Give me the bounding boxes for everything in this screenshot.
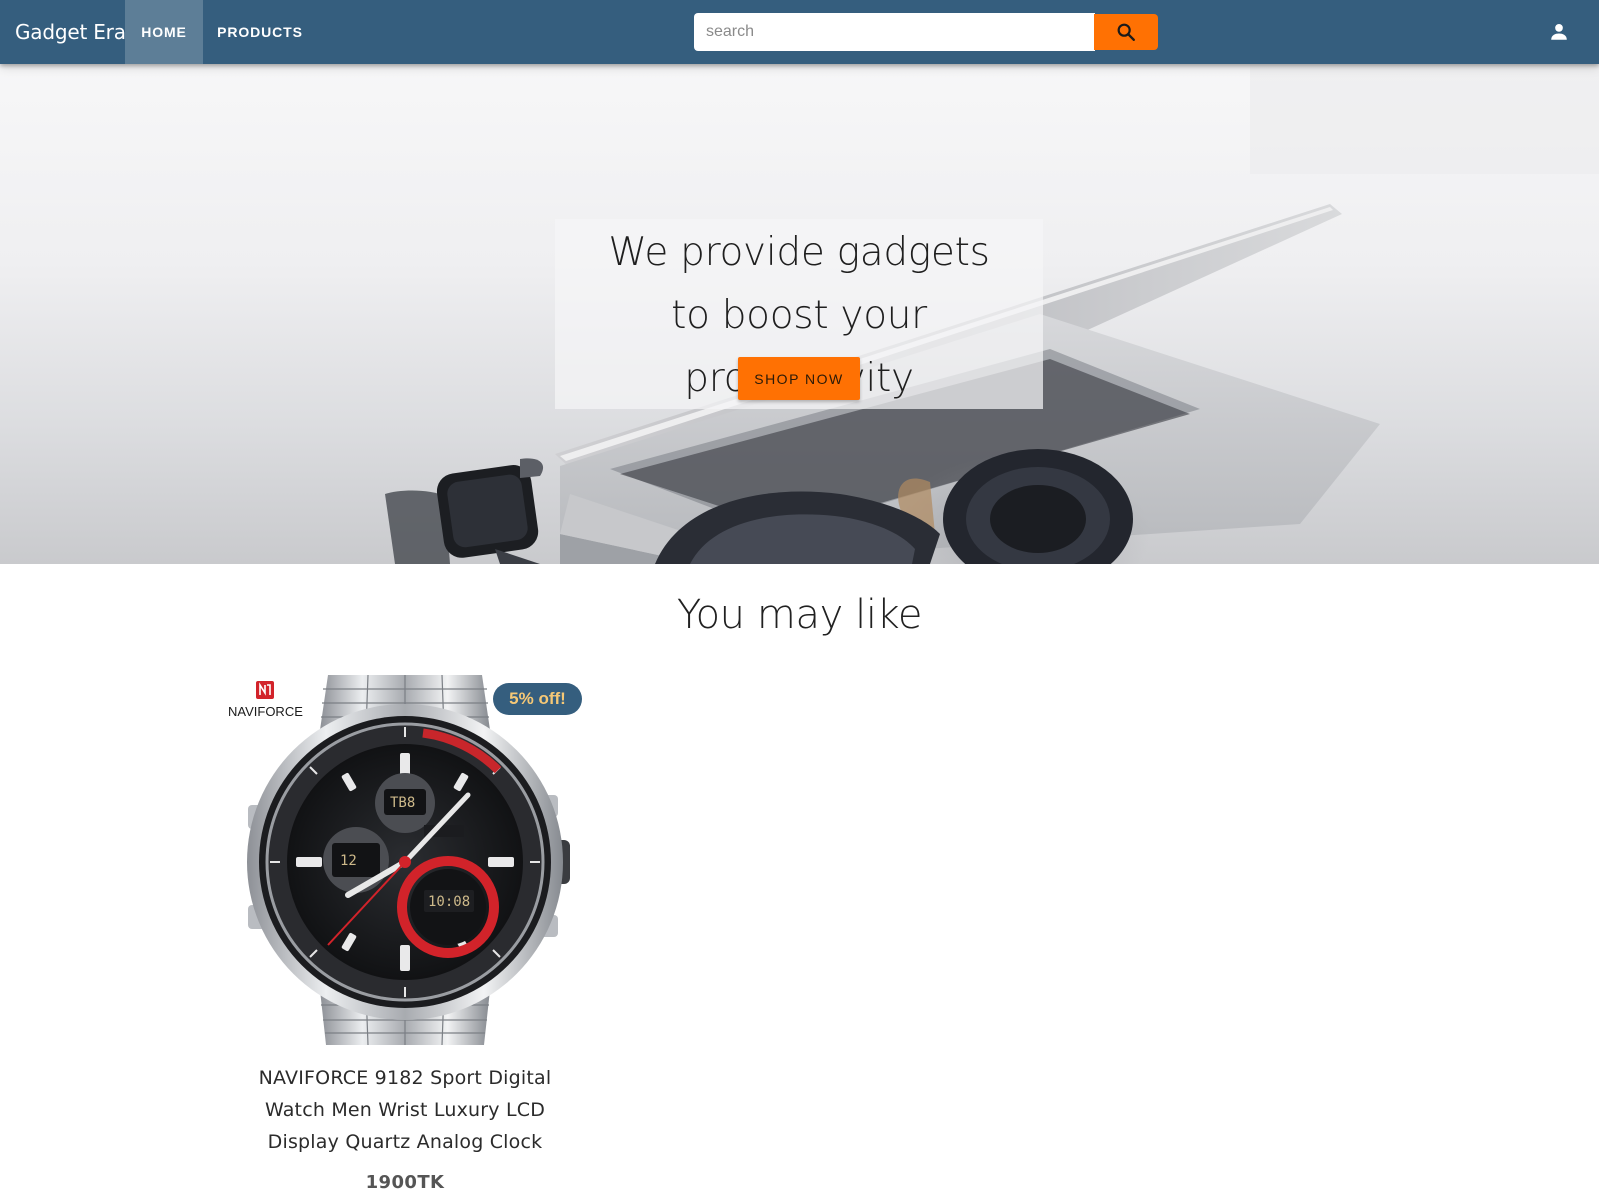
nav-tab-products[interactable]: PRODUCTS <box>203 0 317 64</box>
svg-text:10:08: 10:08 <box>428 894 470 910</box>
product-price: 1900TK <box>365 1172 445 1193</box>
account-button[interactable] <box>1547 20 1571 44</box>
product-title[interactable]: NAVIFORCE 9182 Sport Digital Watch Men W… <box>228 1062 582 1158</box>
naviforce-logo-text: NAVIFORCE <box>228 704 303 719</box>
discount-badge: 5% off! <box>493 683 582 715</box>
product-image[interactable]: TB8 12 10:08 NAVIFORCE <box>228 675 582 1045</box>
search-input[interactable] <box>694 13 1095 51</box>
nav-tab-home[interactable]: HOME <box>125 0 203 64</box>
svg-text:12: 12 <box>340 853 357 869</box>
hero-headline-line-1: We provide gadgets <box>608 230 990 275</box>
shop-now-button[interactable]: SHOP NOW <box>738 357 860 400</box>
svg-text:TB8: TB8 <box>390 795 415 811</box>
top-navbar: Gadget Era HOME PRODUCTS <box>0 0 1599 64</box>
brand-logo-text[interactable]: Gadget Era <box>15 0 126 64</box>
search-icon <box>1117 23 1135 41</box>
user-icon <box>1551 24 1567 40</box>
hero-banner: We provide gadgets to boost your product… <box>0 64 1599 564</box>
section-title: You may like <box>676 592 923 638</box>
search-button[interactable] <box>1094 14 1158 50</box>
hero-text-card: We provide gadgets to boost your product… <box>555 219 1043 409</box>
naviforce-logo-icon: NAVIFORCE <box>228 681 303 719</box>
product-card[interactable]: TB8 12 10:08 NAVIFORCE 5% off! NAVIFORCE… <box>228 672 582 1198</box>
